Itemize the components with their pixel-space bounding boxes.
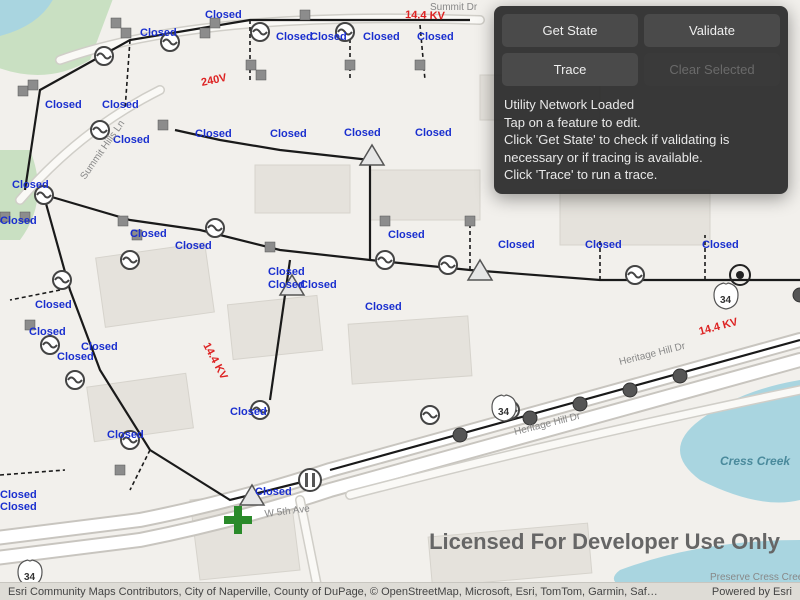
svg-text:Closed: Closed	[81, 341, 118, 353]
junction-icon[interactable]	[18, 80, 38, 96]
svg-text:Closed: Closed	[107, 429, 144, 441]
svg-text:Closed: Closed	[0, 489, 37, 501]
svg-text:Closed: Closed	[276, 31, 313, 43]
svg-text:Closed: Closed	[175, 240, 212, 252]
attribution-bar: Esri Community Maps Contributors, City o…	[0, 582, 800, 600]
svg-text:Closed: Closed	[0, 215, 37, 227]
svg-text:Closed: Closed	[363, 31, 400, 43]
trace-button[interactable]: Trace	[502, 53, 638, 86]
svg-text:Closed: Closed	[230, 406, 267, 418]
voltage-label: 240V	[200, 72, 228, 89]
voltage-label: 14.4 KV	[200, 341, 230, 382]
svg-text:Closed: Closed	[365, 301, 402, 313]
svg-text:Closed: Closed	[388, 229, 425, 241]
voltage-label: 14.4 KV	[698, 316, 740, 338]
svg-text:Closed: Closed	[498, 239, 535, 251]
svg-text:Closed: Closed	[344, 127, 381, 139]
svg-text:Closed: Closed	[300, 279, 337, 291]
svg-text:Closed: Closed	[102, 99, 139, 111]
validate-button[interactable]: Validate	[644, 14, 780, 47]
street-label: Heritage Hill Dr	[618, 341, 687, 368]
svg-text:Closed: Closed	[268, 266, 305, 278]
control-panel: Get State Validate Trace Clear Selected …	[494, 6, 788, 194]
svg-text:Closed: Closed	[585, 239, 622, 251]
svg-text:Closed: Closed	[255, 486, 292, 498]
svg-text:34: 34	[720, 295, 732, 306]
get-state-button[interactable]: Get State	[502, 14, 638, 47]
svg-text:Closed: Closed	[205, 9, 242, 21]
svg-text:Closed: Closed	[12, 179, 49, 191]
svg-text:Closed: Closed	[29, 326, 66, 338]
highway-shield-icon: 34	[714, 283, 738, 309]
powered-by-text: Powered by Esri	[712, 583, 792, 600]
attribution-text: Esri Community Maps Contributors, City o…	[8, 583, 658, 600]
svg-text:Closed: Closed	[35, 299, 72, 311]
highway-shield-icon: 34	[492, 395, 516, 421]
svg-text:Closed: Closed	[417, 31, 454, 43]
target-icon[interactable]	[730, 265, 750, 285]
svg-text:Closed: Closed	[140, 27, 177, 39]
svg-text:Closed: Closed	[130, 228, 167, 240]
clear-selected-button: Clear Selected	[644, 53, 780, 86]
street-label: Summit Dr	[430, 2, 478, 13]
svg-text:Closed: Closed	[0, 501, 37, 513]
svg-text:Closed: Closed	[310, 31, 347, 43]
svg-text:Closed: Closed	[45, 99, 82, 111]
status-text: Utility Network Loaded Tap on a feature …	[502, 92, 780, 186]
svg-text:Closed: Closed	[270, 128, 307, 140]
svg-text:Closed: Closed	[415, 127, 452, 139]
water-label: Cress Creek	[720, 454, 791, 468]
svg-text:Closed: Closed	[702, 239, 739, 251]
svg-text:34: 34	[498, 407, 510, 418]
svg-text:Closed: Closed	[195, 128, 232, 140]
meter-icon[interactable]	[299, 469, 321, 491]
